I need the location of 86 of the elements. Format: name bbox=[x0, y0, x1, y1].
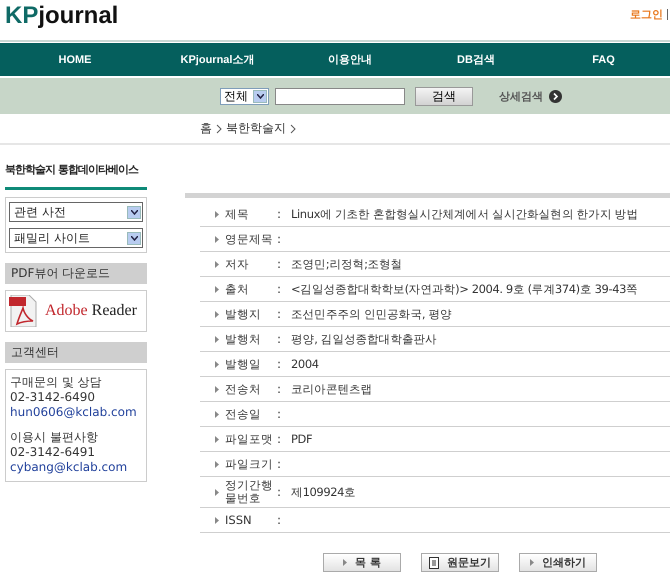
colon: : bbox=[277, 407, 282, 421]
dropdown-select[interactable]: 패밀리 사이트 bbox=[9, 228, 143, 248]
logo[interactable]: KPjournal bbox=[5, 2, 118, 30]
field-label: 발행일 bbox=[225, 356, 262, 372]
field-label: 출처 bbox=[225, 280, 250, 298]
field-label: 영문제목 bbox=[225, 230, 274, 248]
field-value: Linux에 기초한 혼합형실시간체계에서 실시간화실현의 한가지 방법 bbox=[291, 206, 638, 222]
bullet-icon bbox=[215, 236, 219, 242]
colon: : bbox=[277, 457, 282, 471]
scope-select[interactable]: 전체 bbox=[220, 88, 269, 104]
colon: : bbox=[277, 357, 282, 371]
pdf-file-icon bbox=[9, 295, 37, 327]
bullet-icon bbox=[530, 559, 534, 566]
colon: : bbox=[277, 257, 282, 271]
bullet-icon bbox=[215, 516, 219, 524]
nav-link[interactable]: HOME bbox=[0, 54, 150, 66]
nav-link[interactable]: DB검색 bbox=[415, 52, 537, 67]
field-value: <김일성종합대학학보(자연과학)> 2004. 9호 (루계374)호 39-43쪽 bbox=[291, 282, 638, 296]
nav-link[interactable]: 이용안내 bbox=[285, 52, 415, 67]
field-value: 2004 bbox=[291, 357, 319, 371]
bullet-icon bbox=[215, 260, 219, 268]
colon: : bbox=[277, 307, 282, 321]
dropdown-icon bbox=[130, 210, 138, 214]
field-label: 정기간행물번호 bbox=[225, 477, 274, 507]
field-label: 전송일 bbox=[225, 406, 262, 422]
action-button[interactable]: 인쇄하기 bbox=[519, 553, 597, 572]
bullet-icon bbox=[215, 286, 219, 292]
field-value: 조영민;리정혁;조형철 bbox=[291, 256, 402, 272]
dropdown-select[interactable]: 관련 사전 bbox=[9, 202, 143, 222]
phone-number: 02-3142-6491 bbox=[10, 445, 96, 460]
field-value: 제109924호 bbox=[291, 484, 356, 500]
field-value: 코리아콘텐츠랩 bbox=[291, 382, 372, 396]
chevron-icon bbox=[290, 124, 296, 134]
dropdown-icon bbox=[256, 94, 264, 98]
bullet-icon bbox=[215, 210, 219, 218]
adobe-reader-text: Adobe Reader bbox=[45, 302, 137, 320]
email-link[interactable]: cybang@kclab.com bbox=[10, 460, 142, 475]
bullet-icon bbox=[215, 460, 219, 468]
action-button[interactable]: 목 록 bbox=[323, 553, 401, 572]
arrow-circle-icon bbox=[549, 90, 562, 102]
bullet-icon bbox=[215, 336, 219, 342]
bullet-icon bbox=[215, 436, 219, 442]
bullet-icon bbox=[215, 360, 219, 368]
advanced-search-link[interactable]: 상세검색 bbox=[499, 88, 543, 104]
dropdown-icon bbox=[130, 236, 138, 240]
bullet-icon bbox=[215, 310, 219, 318]
bullet-icon bbox=[343, 559, 348, 566]
search-button[interactable]: 검색 bbox=[415, 86, 473, 106]
contact-label: 구매문의 및 상담 bbox=[10, 375, 103, 390]
nav-link[interactable]: KPjournal소개 bbox=[150, 52, 285, 67]
colon: : bbox=[277, 485, 282, 499]
search-field[interactable] bbox=[275, 88, 405, 104]
nav-link[interactable]: FAQ bbox=[537, 54, 670, 66]
field-label: 발행지 bbox=[225, 306, 262, 322]
colon: : bbox=[277, 513, 282, 527]
contact-label: 이용시 불편사항 bbox=[10, 430, 99, 445]
field-value: 평양, 김일성종합대학출판사 bbox=[291, 332, 437, 346]
document-icon bbox=[429, 556, 439, 568]
breadcrumb-link[interactable]: 북한학술지 bbox=[226, 120, 286, 137]
colon: : bbox=[277, 382, 282, 396]
bullet-icon bbox=[215, 410, 219, 418]
bullet-icon bbox=[215, 488, 219, 496]
field-label: 저자 bbox=[225, 256, 250, 272]
colon: : bbox=[277, 332, 282, 346]
colon: : bbox=[277, 282, 282, 296]
section-heading: PDF뷰어 다운로드 bbox=[5, 263, 147, 284]
action-button[interactable]: 원문보기 bbox=[421, 553, 499, 572]
section-heading: 고객센터 bbox=[5, 342, 147, 363]
field-label: ISSN bbox=[225, 512, 253, 528]
field-value: 조선민주주의 인민공화국, 평양 bbox=[291, 306, 452, 322]
field-value: PDF bbox=[291, 432, 312, 446]
field-label: 파일크기 bbox=[225, 456, 274, 472]
colon: : bbox=[277, 432, 282, 446]
field-label: 발행처 bbox=[225, 330, 262, 348]
email-link[interactable]: hun0606@kclab.com bbox=[10, 405, 142, 420]
field-label: 파일포맷 bbox=[225, 430, 274, 448]
adobe-reader-banner[interactable]: Adobe Reader bbox=[5, 290, 147, 332]
chevron-icon bbox=[216, 124, 222, 134]
field-label: 전송처 bbox=[225, 380, 262, 398]
colon: : bbox=[277, 232, 282, 246]
breadcrumb-link[interactable]: 홈 bbox=[200, 120, 212, 137]
sidebar-title: 북한학술지 통합데이타베이스 bbox=[5, 157, 147, 190]
field-label: 제목 bbox=[225, 206, 250, 222]
colon: : bbox=[277, 207, 282, 221]
phone-number: 02-3142-6490 bbox=[10, 390, 96, 405]
bullet-icon bbox=[215, 386, 219, 392]
